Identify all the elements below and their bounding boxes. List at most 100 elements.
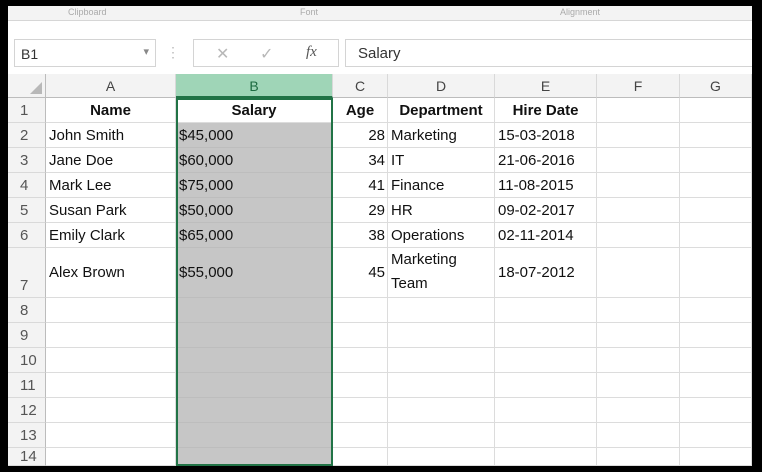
cell-d13[interactable] (388, 423, 495, 448)
cell-b3[interactable]: $60,000 (176, 148, 333, 173)
column-header-e[interactable]: E (495, 74, 597, 98)
row-header-8[interactable]: 8 (8, 298, 46, 323)
cell-d6[interactable]: Operations (388, 223, 495, 248)
column-header-g[interactable]: G (680, 74, 752, 98)
row-header-2[interactable]: 2 (8, 123, 46, 148)
cell-d5[interactable]: HR (388, 198, 495, 223)
cell-b9[interactable] (176, 323, 333, 348)
cell-f6[interactable] (597, 223, 680, 248)
cell-c8[interactable] (333, 298, 388, 323)
row-header-12[interactable]: 12 (8, 398, 46, 423)
cell-f5[interactable] (597, 198, 680, 223)
cell-g7[interactable] (680, 248, 752, 298)
cell-b1[interactable]: Salary (176, 98, 333, 123)
cell-f13[interactable] (597, 423, 680, 448)
cell-f7[interactable] (597, 248, 680, 298)
column-header-a[interactable]: A (46, 74, 176, 98)
cell-c4[interactable]: 41 (333, 173, 388, 198)
cell-d4[interactable]: Finance (388, 173, 495, 198)
cell-f3[interactable] (597, 148, 680, 173)
cell-g3[interactable] (680, 148, 752, 173)
cell-f12[interactable] (597, 398, 680, 423)
cell-a3[interactable]: Jane Doe (46, 148, 176, 173)
insert-function-icon[interactable]: fx (306, 44, 317, 61)
cell-b13[interactable] (176, 423, 333, 448)
cell-a7[interactable]: Alex Brown (46, 248, 176, 298)
cell-e11[interactable] (495, 373, 597, 398)
cell-a4[interactable]: Mark Lee (46, 173, 176, 198)
cell-a12[interactable] (46, 398, 176, 423)
cell-f4[interactable] (597, 173, 680, 198)
column-header-d[interactable]: D (388, 74, 495, 98)
row-header-1[interactable]: 1 (8, 98, 46, 123)
cell-c9[interactable] (333, 323, 388, 348)
cell-b11[interactable] (176, 373, 333, 398)
cell-d11[interactable] (388, 373, 495, 398)
row-header-4[interactable]: 4 (8, 173, 46, 198)
row-header-5[interactable]: 5 (8, 198, 46, 223)
cell-c11[interactable] (333, 373, 388, 398)
cell-a2[interactable]: John Smith (46, 123, 176, 148)
cell-a8[interactable] (46, 298, 176, 323)
cell-g8[interactable] (680, 298, 752, 323)
cell-f11[interactable] (597, 373, 680, 398)
cell-f10[interactable] (597, 348, 680, 373)
cell-b12[interactable] (176, 398, 333, 423)
enter-icon[interactable]: ✓ (260, 44, 273, 64)
cell-a14[interactable] (46, 448, 176, 466)
cell-b7[interactable]: $55,000 (176, 248, 333, 298)
cell-b8[interactable] (176, 298, 333, 323)
row-header-10[interactable]: 10 (8, 348, 46, 373)
cell-d12[interactable] (388, 398, 495, 423)
select-all-button[interactable] (8, 74, 46, 98)
cell-e9[interactable] (495, 323, 597, 348)
cell-e13[interactable] (495, 423, 597, 448)
cell-e14[interactable] (495, 448, 597, 466)
cell-g9[interactable] (680, 323, 752, 348)
row-header-9[interactable]: 9 (8, 323, 46, 348)
cell-b14[interactable] (176, 448, 333, 466)
cell-g11[interactable] (680, 373, 752, 398)
cell-g13[interactable] (680, 423, 752, 448)
row-header-3[interactable]: 3 (8, 148, 46, 173)
cell-g6[interactable] (680, 223, 752, 248)
cell-c10[interactable] (333, 348, 388, 373)
ribbon-group-alignment[interactable]: Alignment (560, 7, 600, 17)
cell-a1[interactable]: Name (46, 98, 176, 123)
cell-c3[interactable]: 34 (333, 148, 388, 173)
cell-d10[interactable] (388, 348, 495, 373)
cell-a11[interactable] (46, 373, 176, 398)
cell-g12[interactable] (680, 398, 752, 423)
column-header-b[interactable]: B (176, 74, 333, 98)
row-header-14[interactable]: 14 (8, 448, 46, 466)
cell-d7[interactable]: Marketing Team (388, 248, 495, 298)
cell-e5[interactable]: 09-02-2017 (495, 198, 597, 223)
cell-a13[interactable] (46, 423, 176, 448)
cell-c12[interactable] (333, 398, 388, 423)
cell-f14[interactable] (597, 448, 680, 466)
cell-e1[interactable]: Hire Date (495, 98, 597, 123)
cancel-icon[interactable]: ✕ (216, 44, 229, 64)
cell-g4[interactable] (680, 173, 752, 198)
ribbon-group-font[interactable]: Font (300, 7, 318, 17)
cell-g10[interactable] (680, 348, 752, 373)
cell-e8[interactable] (495, 298, 597, 323)
cell-b6[interactable]: $65,000 (176, 223, 333, 248)
cell-f1[interactable] (597, 98, 680, 123)
cell-c5[interactable]: 29 (333, 198, 388, 223)
cell-a10[interactable] (46, 348, 176, 373)
cell-e7[interactable]: 18-07-2012 (495, 248, 597, 298)
cell-e12[interactable] (495, 398, 597, 423)
cell-e4[interactable]: 11-08-2015 (495, 173, 597, 198)
name-box[interactable]: B1 ▾ (14, 39, 156, 67)
cell-c1[interactable]: Age (333, 98, 388, 123)
cell-c13[interactable] (333, 423, 388, 448)
cell-a9[interactable] (46, 323, 176, 348)
cell-e6[interactable]: 02-11-2014 (495, 223, 597, 248)
cell-d9[interactable] (388, 323, 495, 348)
ribbon-group-clipboard[interactable]: Clipboard (68, 7, 107, 17)
chevron-down-icon[interactable]: ▾ (143, 45, 149, 58)
cell-e2[interactable]: 15-03-2018 (495, 123, 597, 148)
row-header-13[interactable]: 13 (8, 423, 46, 448)
cell-d1[interactable]: Department (388, 98, 495, 123)
